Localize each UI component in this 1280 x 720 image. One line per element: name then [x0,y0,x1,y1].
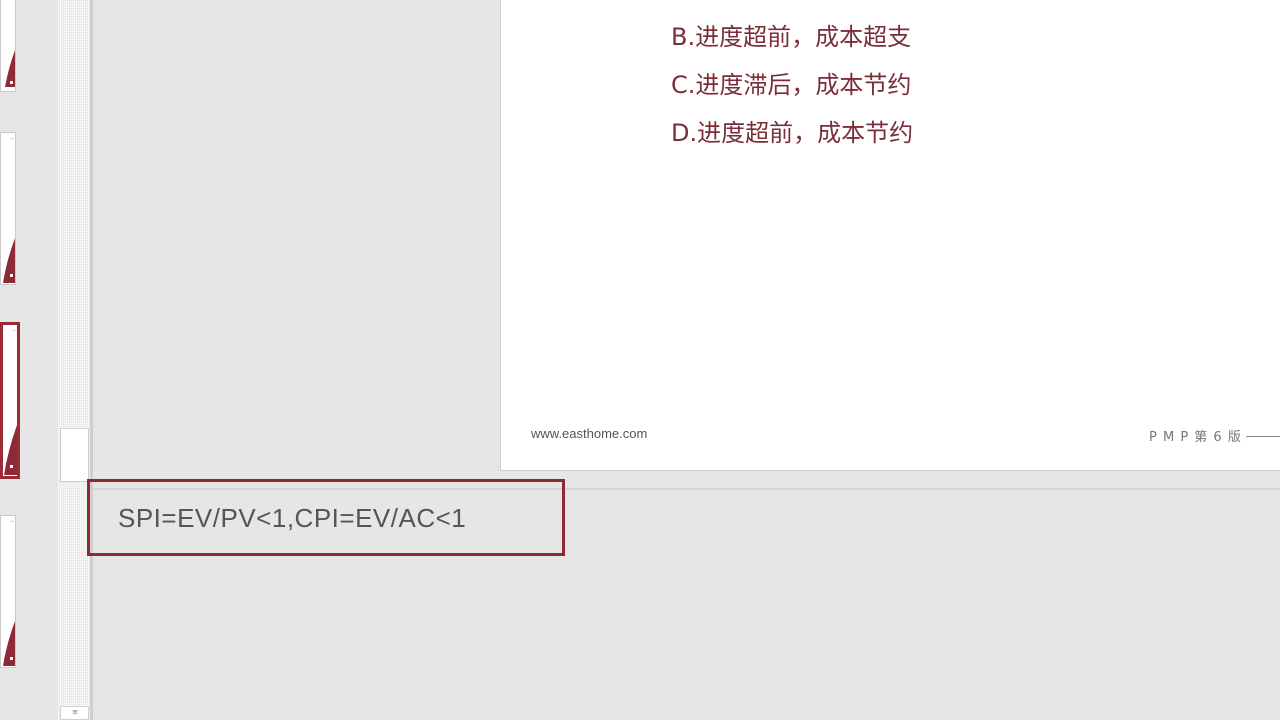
slide-decoration-icon [3,621,15,666]
slide-footer-url: www.easthome.com [531,426,648,441]
scrollbar-thumb[interactable] [60,428,89,482]
slide-thumbnail-pane[interactable]: ∽ ∽ ∽ [0,0,58,720]
slide-thumbnail-selected[interactable]: ∽ [0,322,20,479]
slide-thumbnail[interactable]: ∽ [0,515,16,668]
slide-footer-title: P M P 第 6 版 [1149,430,1242,445]
scrollbar-grip-icon[interactable]: ≡ [60,706,89,720]
slide-thumbnail[interactable]: ∽ [0,132,16,285]
answer-option-d[interactable]: D.进度超前，成本节约 [671,118,913,148]
footer-divider-line [1246,436,1280,437]
pane-divider[interactable] [90,0,93,720]
answer-option-b[interactable]: B.进度超前，成本超支 [671,22,911,52]
presentation-editor: ∽ ∽ ∽ ≡ B.进度超前，成本超支 C.进度滞后，成本节约 D.进度超前，成… [0,0,1280,720]
thumbnail-scrollbar-track[interactable]: ≡ [58,0,91,720]
answer-option-c[interactable]: C.进度滞后，成本节约 [671,70,911,100]
slide-decoration-icon [3,238,15,283]
speaker-notes-text[interactable]: SPI=EV/PV<1,CPI=EV/AC<1 [118,503,466,534]
slide-decoration-icon [4,425,17,475]
slide-canvas[interactable]: B.进度超前，成本超支 C.进度滞后，成本节约 D.进度超前，成本节约 www.… [500,0,1280,471]
slide-decoration-icon [5,50,15,87]
slide-thumbnail[interactable] [0,0,16,92]
